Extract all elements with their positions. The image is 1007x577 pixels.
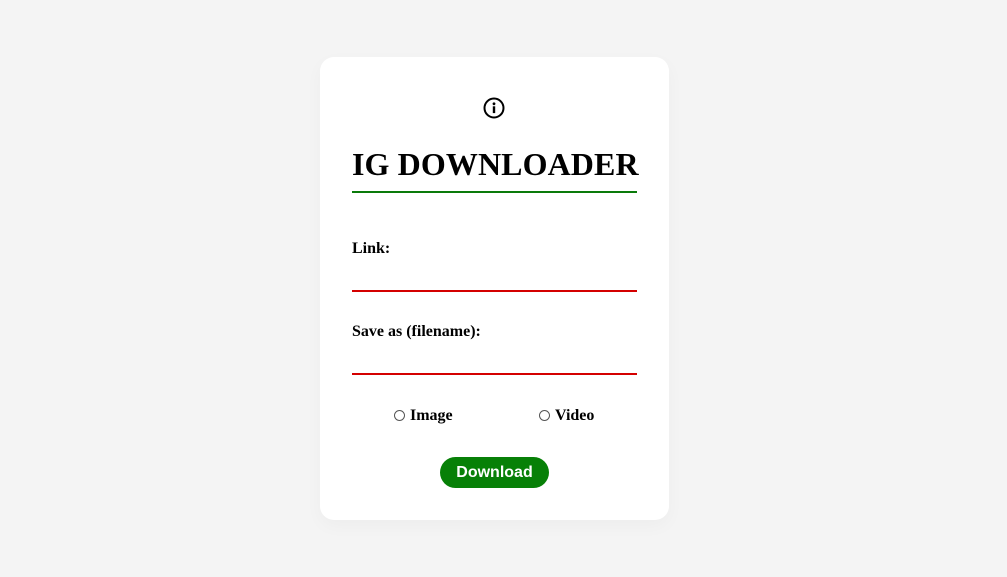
page-title: IG DOWNLOADER: [352, 146, 639, 182]
image-radio-option[interactable]: Image: [394, 406, 453, 426]
link-input[interactable]: [352, 266, 637, 292]
image-radio-label[interactable]: Image: [410, 407, 453, 425]
downloader-card: IG DOWNLOADER Link: Save as (filename): …: [320, 57, 669, 520]
video-radio-button[interactable]: [539, 409, 550, 421]
link-label: Link:: [352, 240, 391, 257]
video-radio-option[interactable]: Video: [539, 406, 594, 426]
download-button[interactable]: Download: [440, 457, 549, 488]
filename-label: Save as (filename):: [352, 323, 481, 340]
video-radio-label[interactable]: Video: [555, 407, 594, 425]
info-icon[interactable]: [483, 97, 505, 119]
image-radio-button[interactable]: [394, 409, 405, 421]
title-underline: [352, 191, 637, 193]
filename-input[interactable]: [352, 349, 637, 375]
